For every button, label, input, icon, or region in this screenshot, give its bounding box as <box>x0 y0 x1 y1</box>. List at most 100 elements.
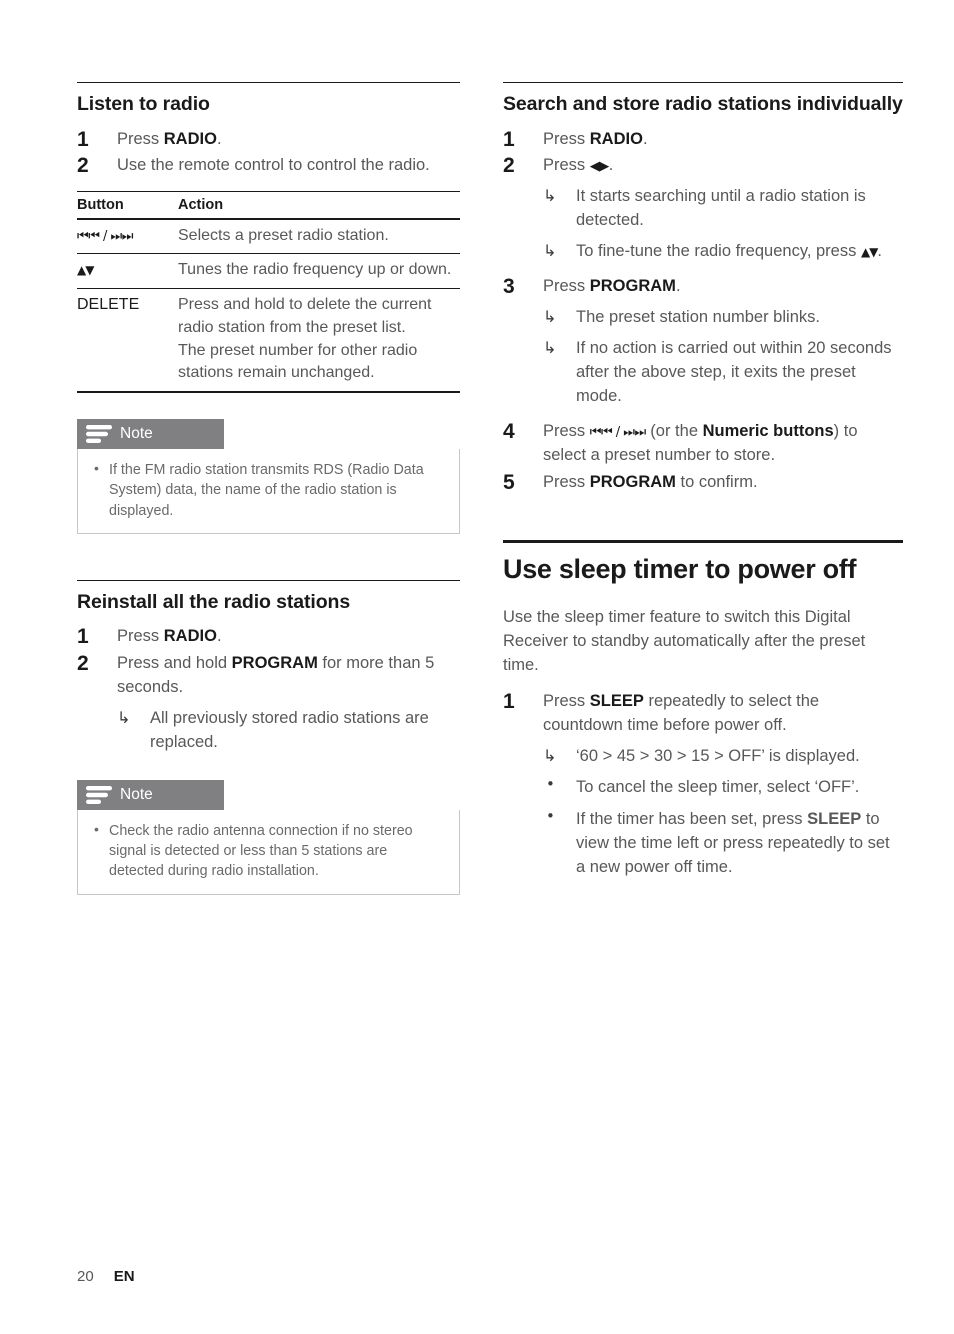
steps-list-sleep-timer: 1 Press SLEEP repeatedly to select the c… <box>503 689 903 879</box>
table-row: DELETE Press and hold to delete the curr… <box>77 288 460 394</box>
sub-text-after: . <box>877 241 883 260</box>
step-number: 1 <box>503 690 515 714</box>
list-item: 1 Press RADIO. <box>77 624 460 648</box>
section-rule <box>503 82 903 83</box>
step-number: 4 <box>503 420 515 444</box>
sub-results-list: ↳ ‘60 > 45 > 30 > 15 > OFF’ is displayed. <box>543 744 903 768</box>
note-item-text: Check the radio antenna connection if no… <box>109 822 413 880</box>
sub-results-list: ↳ All previously stored radio stations ar… <box>117 706 460 754</box>
result-arrow-icon: ↳ <box>543 746 557 766</box>
note-item-text: If the FM radio station transmits RDS (R… <box>109 462 424 519</box>
section-rule <box>77 579 460 581</box>
sub-text: To cancel the sleep timer, select ‘OFF’. <box>576 778 860 797</box>
sub-text: To fine-tune the radio frequency, press … <box>576 242 882 260</box>
column-header-button: Button <box>77 190 178 220</box>
note-tab: Note <box>77 779 224 810</box>
step-text-before: Press <box>543 276 590 295</box>
note-label: Note <box>120 786 153 804</box>
steps-list-reinstall: 1 Press RADIO. 2 Press and hold PROGRAM … <box>77 624 460 753</box>
note-body: • If the FM radio station transmits RDS (… <box>77 449 460 534</box>
up-down-arrows-icon: ▲▼ <box>77 263 94 278</box>
key-term: SLEEP <box>807 809 862 828</box>
key-term: RADIO <box>163 627 217 646</box>
step-text-after: . <box>642 129 648 148</box>
list-item: 5 Press PROGRAM to confirm. <box>503 470 903 494</box>
note-list: • Check the radio antenna connection if n… <box>92 821 445 882</box>
list-item: ↳ The preset station number blinks. <box>543 305 903 329</box>
step-text: Press PROGRAM to confirm. <box>543 473 758 491</box>
prev-next-track-icon: ⏮⏮ / ⏭⏭ <box>77 228 133 244</box>
sub-results-list: ↳ The preset station number blinks. ↳ If n… <box>543 305 903 408</box>
note-lines-icon <box>86 425 112 444</box>
sub-text: It starts searching until a radio statio… <box>576 186 866 229</box>
step-text-before: Press <box>543 129 590 148</box>
step-number: 2 <box>77 651 89 675</box>
list-item: • Check the radio antenna connection if n… <box>92 821 445 882</box>
step-text: Press SLEEP repeatedly to select the cou… <box>543 692 819 734</box>
step-text-after: . <box>216 627 222 646</box>
sub-text: If the timer has been set, press SLEEP t… <box>576 810 890 876</box>
list-item: • To cancel the sleep timer, select ‘OFF’… <box>543 775 903 799</box>
step-text-after: . <box>675 276 681 295</box>
result-arrow-icon: ↳ <box>543 338 557 358</box>
note-list: • If the FM radio station transmits RDS (… <box>92 460 445 521</box>
step-text: Press RADIO. <box>543 130 648 148</box>
step-text-before: Press <box>543 422 590 441</box>
key-term: PROGRAM <box>231 653 318 672</box>
steps-list-search-store: 1 Press RADIO. 2 Press ◀▶. ↳ It starts se… <box>503 127 903 494</box>
cell-action: Tunes the radio frequency up or down. <box>178 253 460 290</box>
step-text: Press RADIO. <box>117 130 222 148</box>
steps-list-listen: 1 Press RADIO. 2 Use the remote control … <box>77 127 460 177</box>
step-text-before: Press <box>117 129 164 148</box>
table-row: ▲▼ Tunes the radio frequency up or down. <box>77 253 460 290</box>
step-text-before: Press and hold <box>117 653 232 672</box>
cell-action: Press and hold to delete the current rad… <box>178 288 460 394</box>
page-number: 20 <box>77 1268 94 1285</box>
section-search-store-stations: Search and store radio stations individu… <box>503 82 903 494</box>
key-term: Numeric buttons <box>702 422 834 441</box>
section-heading: Use sleep timer to power off <box>503 553 857 584</box>
section-reinstall-radio-stations: Reinstall all the radio stations 1 Press… <box>77 579 460 895</box>
list-item: ↳ If no action is carried out within 20 s… <box>543 336 903 408</box>
result-arrow-icon: ↳ <box>117 707 131 727</box>
sub-text-before: If the timer has been set, press <box>576 809 808 828</box>
list-item: 1 Press RADIO. <box>503 127 903 151</box>
left-right-arrows-icon: ◀▶ <box>589 158 610 174</box>
key-term: RADIO <box>589 129 643 148</box>
step-text-before: Press <box>543 692 590 711</box>
list-item: 3 Press PROGRAM. ↳ The preset station num… <box>503 274 903 408</box>
key-term: PROGRAM <box>589 276 676 295</box>
list-item: 4 Press ⏮⏮ / ⏭⏭ (or the Numeric buttons)… <box>503 419 903 467</box>
step-text: Press ◀▶. <box>543 156 613 174</box>
step-text-before: Press <box>543 155 590 174</box>
prev-next-track-icon: ⏮⏮ / ⏭⏭ <box>589 425 646 441</box>
step-text-mid: (or the <box>645 422 703 441</box>
note-label: Note <box>120 425 153 443</box>
step-number: 2 <box>503 153 515 177</box>
note-lines-icon <box>86 785 112 804</box>
sub-text-before: To fine-tune the radio frequency, press <box>576 241 861 260</box>
sub-text: The preset station number blinks. <box>576 308 820 327</box>
note-box: Note • If the FM radio station transmits … <box>77 419 460 534</box>
step-text-before: Press <box>117 627 164 646</box>
page-title: Listen to radio <box>77 93 210 115</box>
key-term: SLEEP <box>589 692 644 711</box>
list-item: 2 Press ◀▶. ↳ It starts searching until a… <box>503 153 903 263</box>
section-rule <box>503 539 903 543</box>
step-text: Press and hold PROGRAM for more than 5 s… <box>117 654 434 696</box>
sub-text: ‘60 > 45 > 30 > 15 > OFF’ is displayed. <box>576 747 860 766</box>
note-tab: Note <box>77 419 224 450</box>
button-action-table: Button Action ⏮⏮ / ⏭⏭ Selects a preset r… <box>77 190 460 394</box>
key-term: PROGRAM <box>589 472 676 491</box>
cell-action: Selects a preset radio station. <box>178 218 460 255</box>
sub-text: All previously stored radio stations are… <box>150 708 429 751</box>
table-row: ⏮⏮ / ⏭⏭ Selects a preset radio station. <box>77 218 460 255</box>
result-arrow-icon: ↳ <box>543 240 557 260</box>
step-text-before: Press <box>543 472 590 491</box>
list-item: • If the timer has been set, press SLEEP … <box>543 807 903 879</box>
list-item: 2 Use the remote control to control the … <box>77 153 460 177</box>
list-item: 1 Press RADIO. <box>77 127 460 151</box>
step-text-after: . <box>216 129 222 148</box>
cell-button: DELETE <box>77 288 178 394</box>
list-item: ↳ All previously stored radio stations ar… <box>117 706 460 754</box>
